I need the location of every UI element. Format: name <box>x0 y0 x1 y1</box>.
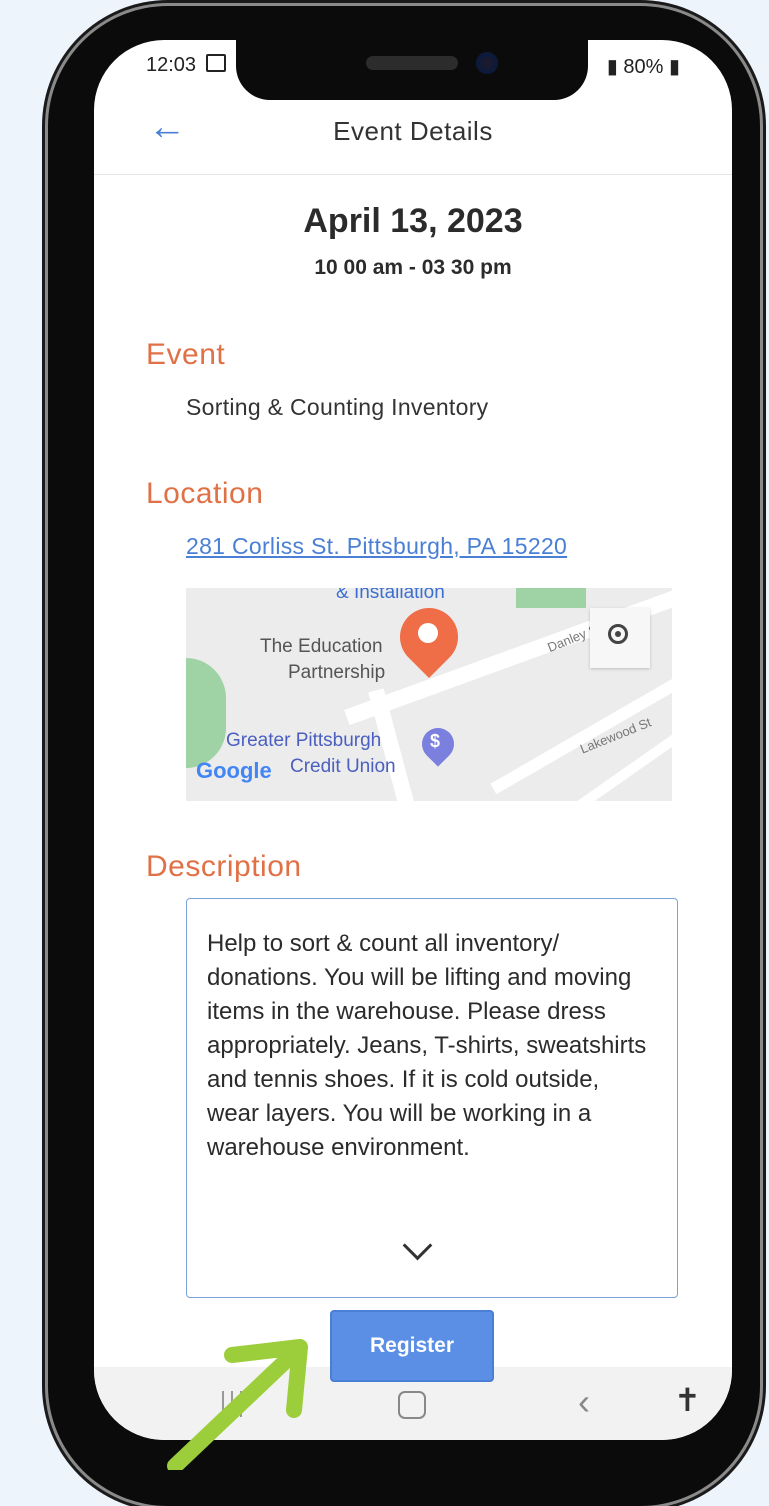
pointer-arrow-overlay <box>167 1339 308 1470</box>
arrow-shaft <box>167 1347 300 1470</box>
